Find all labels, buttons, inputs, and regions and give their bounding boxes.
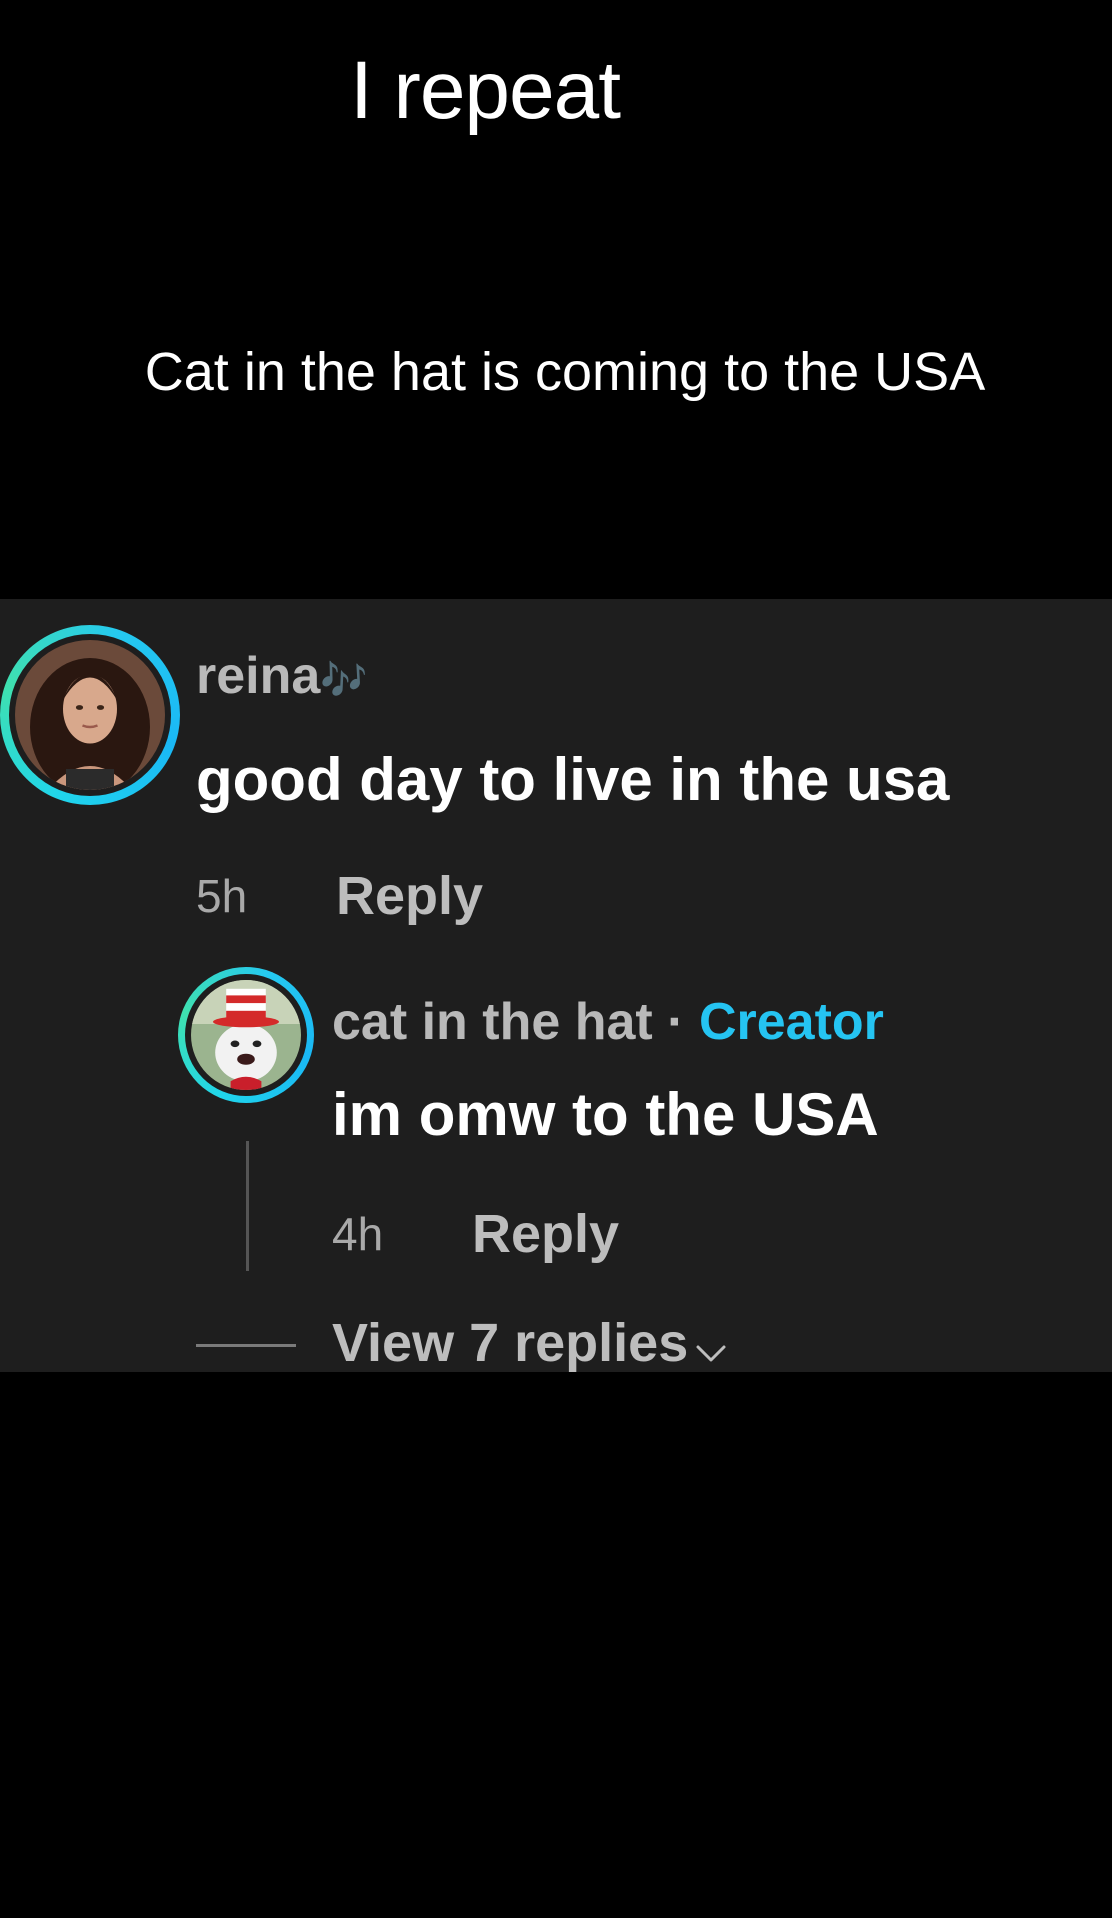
reply-text: im omw to the USA xyxy=(332,1081,879,1148)
profile-photo-woman-icon xyxy=(15,640,165,790)
chevron-down-icon xyxy=(694,1320,728,1374)
comment-reply-button[interactable]: Reply xyxy=(336,869,483,923)
comment-text: good day to live in the usa xyxy=(196,746,950,813)
comment-panel: reina🎶 good day to live in the usa 5h Re… xyxy=(0,599,1112,1372)
view-replies-divider xyxy=(196,1344,296,1347)
view-replies-label: View 7 replies xyxy=(332,1313,689,1373)
comment-time: 5h xyxy=(196,870,248,922)
view-replies-button[interactable]: View 7 replies xyxy=(332,1316,728,1374)
reply-avatar[interactable] xyxy=(178,967,314,1103)
reply-separator: · xyxy=(667,993,685,1051)
reply-username[interactable]: cat in the hat xyxy=(332,993,653,1051)
music-notes-icon: 🎶 xyxy=(320,660,368,702)
creator-badge: Creator xyxy=(698,993,884,1051)
profile-photo-cat-in-the-hat-icon xyxy=(191,980,301,1090)
comment-avatar[interactable] xyxy=(0,625,180,805)
video-caption-title: I repeat xyxy=(349,45,621,136)
reply-reply-button[interactable]: Reply xyxy=(472,1207,619,1261)
reply-time: 4h xyxy=(332,1208,384,1260)
thread-line xyxy=(246,1141,249,1271)
comment-username[interactable]: reina🎶 xyxy=(196,650,368,702)
video-caption-subtitle: Cat in the hat is coming to the USA xyxy=(144,342,986,402)
reply-username-row: cat in the hat · Creator xyxy=(332,996,884,1048)
